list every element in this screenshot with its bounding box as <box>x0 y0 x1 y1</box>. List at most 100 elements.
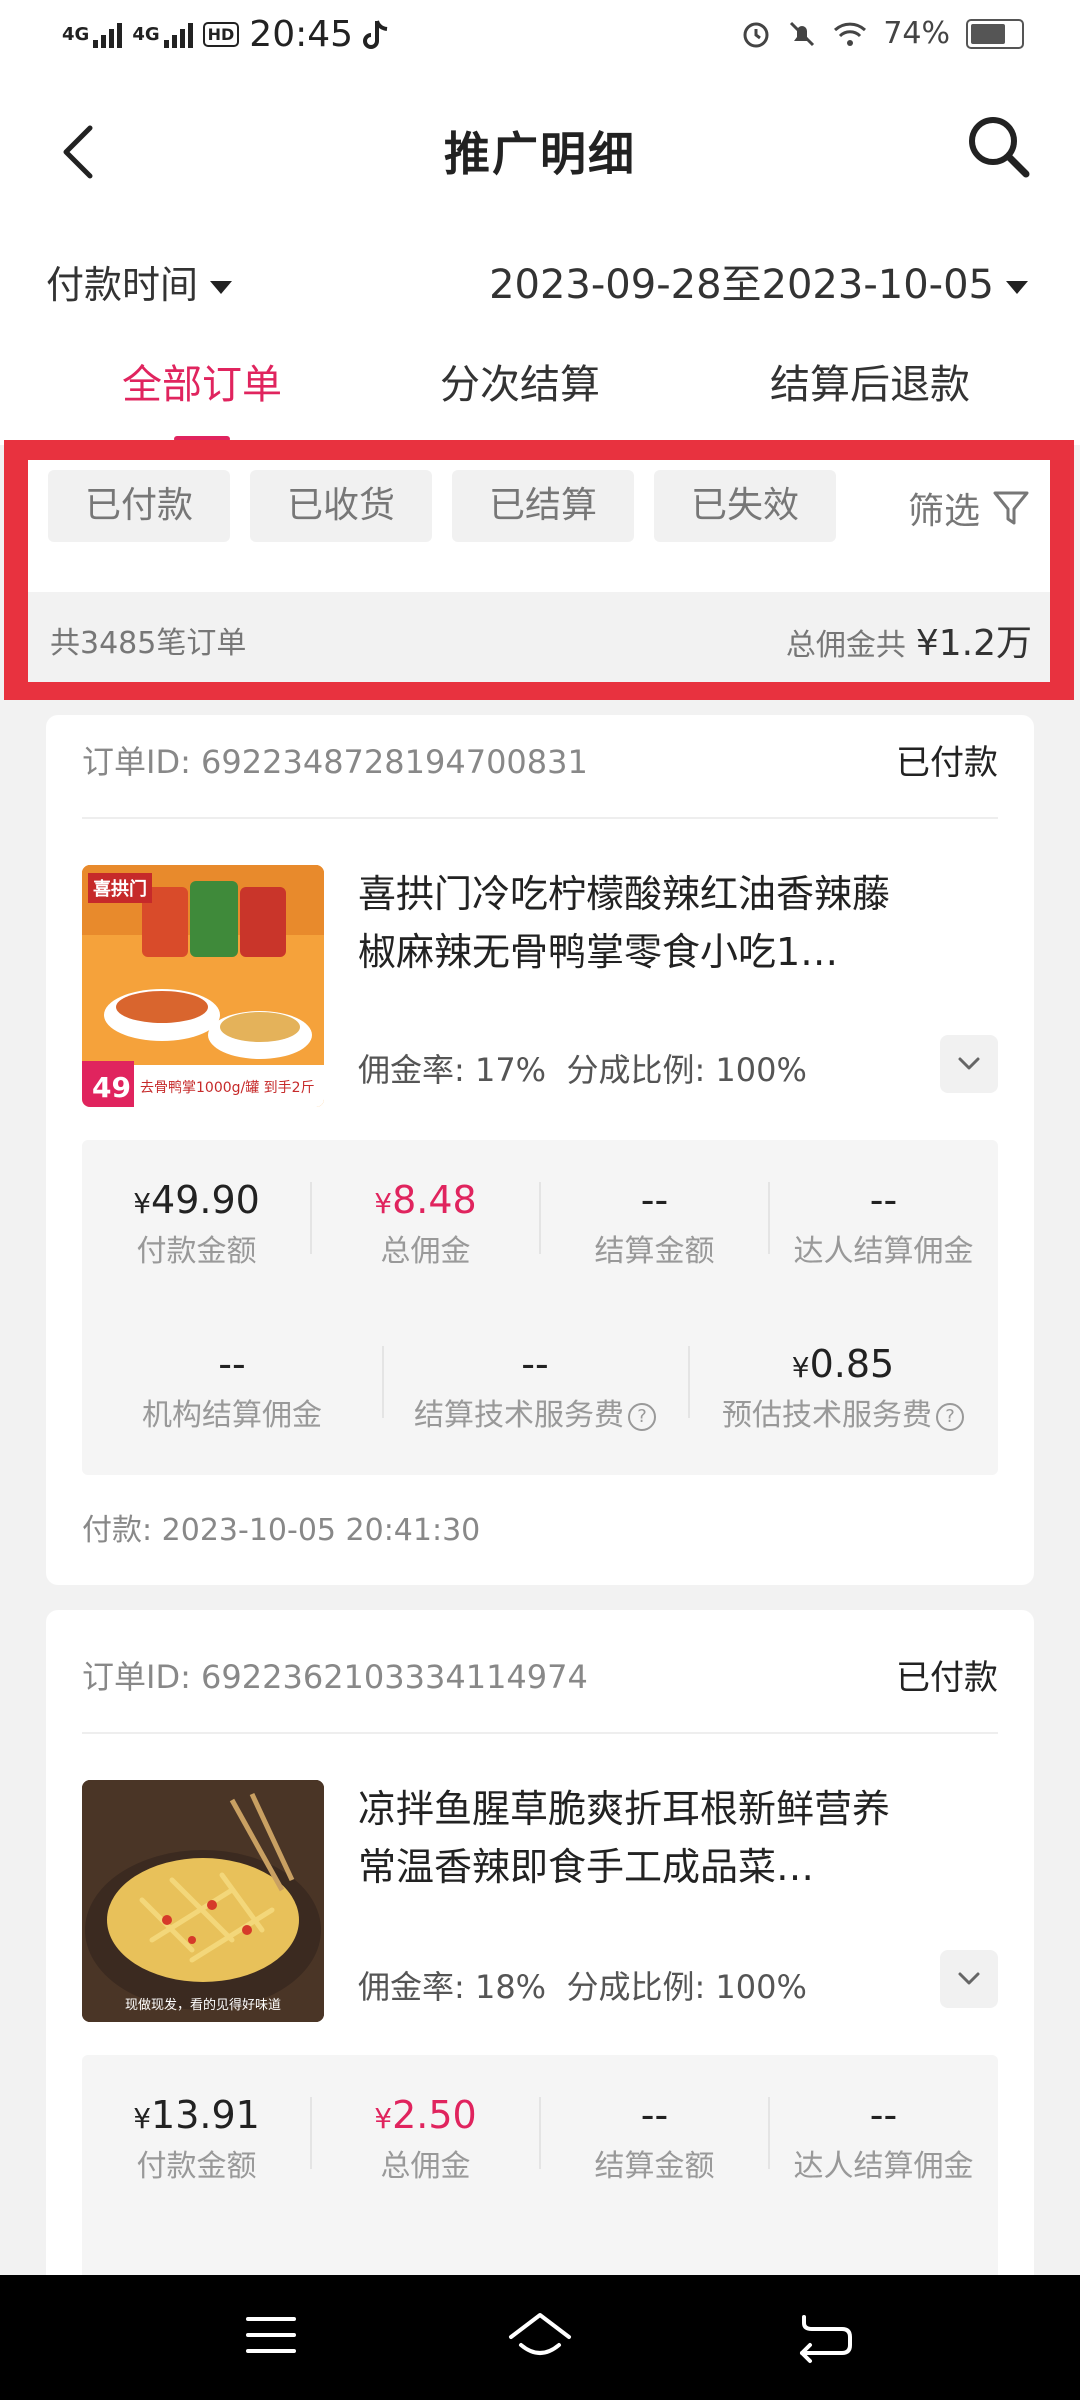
total-commission: 总佣金共 ¥1.2万 <box>786 614 1032 666</box>
metric-payment-amount: ¥13.91 付款金额 <box>82 2093 311 2185</box>
metric-label: 机构结算佣金 <box>142 1398 322 1433</box>
divider <box>82 1732 998 1734</box>
chip-invalid[interactable]: 已失效 <box>654 470 836 542</box>
metric-value: -- <box>869 1178 898 1222</box>
metric-value: ¥13.91 <box>82 2093 311 2137</box>
total-commission-value: ¥1.2万 <box>915 623 1032 664</box>
metric-value: ¥2.50 <box>311 2093 540 2137</box>
metric-value-text: 49.90 <box>151 1178 260 1222</box>
commission-rate: 佣金率: 18% 分成比例: 100% <box>358 1962 807 2008</box>
metric-value: -- <box>218 1342 246 1386</box>
date-filter-bar: 付款时间 2023-09-28至2023-10-05 <box>0 230 1080 330</box>
yen-symbol: ¥ <box>133 1187 152 1220</box>
order-tabs: 全部订单 分次结算 结算后退款 <box>0 330 1080 445</box>
help-icon[interactable]: ? <box>628 1402 656 1431</box>
product-thumbnail[interactable]: 喜拱门 49 去骨鸭掌1000g/罐 到手2斤 <box>82 865 324 1107</box>
metric-payment-amount: ¥49.90 付款金额 <box>82 1178 311 1270</box>
chip-paid[interactable]: 已付款 <box>48 470 230 542</box>
split-ratio-text: 分成比例: 100% <box>566 1968 807 2006</box>
metric-creator-commission: -- 达人结算佣金 <box>769 1178 998 1270</box>
metric-label-text: 结算技术服务费 <box>414 1398 624 1433</box>
wifi-icon <box>834 22 867 46</box>
alarm-icon <box>743 22 769 47</box>
metric-value: ¥8.48 <box>311 1178 540 1222</box>
order-card[interactable]: 订单ID: 6922362103334114974 已付款 现做现发，看的见得好… <box>46 1610 1034 2355</box>
total-commission-label: 总佣金共 <box>785 628 906 663</box>
back-icon[interactable] <box>790 2305 860 2365</box>
commission-rate-text: 佣金率: 17% <box>358 1051 547 1089</box>
menu-icon[interactable] <box>236 2305 306 2365</box>
metric-agency-commission: -- 机构结算佣金 <box>82 1342 382 1434</box>
filter-button[interactable]: 筛选 <box>908 482 1030 534</box>
yen-symbol: ¥ <box>374 2102 393 2135</box>
home-icon[interactable] <box>505 2305 575 2365</box>
metric-settled-tech-fee: -- 结算技术服务费? <box>382 1342 688 1434</box>
tab-split-settlement[interactable]: 分次结算 <box>400 352 640 410</box>
chip-received[interactable]: 已收货 <box>250 470 432 542</box>
status-filter-panel: 已付款 已收货 已结算 已失效 筛选 共3485笔订单 总佣金共 ¥1.2万 <box>28 460 1050 682</box>
metric-label: 达人结算佣金 <box>793 1234 974 1269</box>
metric-label: 总佣金 <box>380 2149 471 2184</box>
commission-rate-text: 佣金率: 18% <box>358 1968 547 2006</box>
tab-refund-after-settlement[interactable]: 结算后退款 <box>740 352 1000 410</box>
metric-estimated-tech-fee: ¥0.85 预估技术服务费? <box>688 1342 998 1434</box>
metric-value: -- <box>521 1342 549 1386</box>
thumb-banner: 去骨鸭掌1000g/罐 到手2斤 <box>140 1080 315 1096</box>
thumb-caption: 现做现发，看的见得好味道 <box>124 1998 281 2013</box>
product-name[interactable]: 喜拱门冷吃柠檬酸辣红油香辣藤椒麻辣无骨鸭掌零食小吃1… <box>358 865 918 981</box>
system-nav-bar <box>0 2275 1080 2400</box>
mute-bell-icon <box>790 21 815 46</box>
signal-label-1: 4G <box>62 23 90 45</box>
split-ratio-text: 分成比例: 100% <box>566 1051 807 1089</box>
funnel-icon <box>993 491 1029 525</box>
signal-icon-2 <box>163 22 193 48</box>
expand-button[interactable] <box>940 1950 998 2008</box>
search-icon[interactable] <box>962 110 1034 182</box>
payment-time-dropdown[interactable]: 付款时间 <box>46 254 233 309</box>
order-id: 订单ID: 6922362103334114974 <box>82 1658 588 1696</box>
chip-settled[interactable]: 已结算 <box>452 470 634 542</box>
date-range-dropdown[interactable]: 2023-09-28至2023-10-05 <box>489 252 1028 310</box>
page-header: 推广明细 <box>0 80 1080 230</box>
order-status: 已付款 <box>896 1658 998 1698</box>
product-name[interactable]: 凉拌鱼腥草脆爽折耳根新鲜营养常温香辣即食手工成品菜… <box>358 1780 918 1896</box>
thumb-price: 49 <box>92 1071 131 1104</box>
tiktok-icon <box>363 19 388 49</box>
payment-time-label: 付款时间 <box>46 263 199 307</box>
metric-value-text: 13.91 <box>151 2093 260 2137</box>
yen-symbol: ¥ <box>791 1351 810 1384</box>
metric-value: ¥0.85 <box>688 1342 998 1386</box>
metrics-grid: ¥49.90 付款金额 ¥8.48 总佣金 -- 结算金额 -- 达人结算佣金 -- 机构… <box>82 1140 998 1475</box>
page-title: 推广明细 <box>444 127 636 181</box>
date-range-label: 2023-09-28至2023-10-05 <box>489 262 994 308</box>
metric-label: 结算金额 <box>594 2149 715 2184</box>
metric-label: 总佣金 <box>380 1234 471 1269</box>
metric-label: 预估技术服务费? <box>688 1390 998 1434</box>
summary-row: 共3485笔订单 总佣金共 ¥1.2万 <box>28 592 1050 682</box>
chevron-down-icon <box>958 1057 980 1070</box>
metric-value-text: 0.85 <box>809 1342 895 1386</box>
order-count: 共3485笔订单 <box>50 626 247 661</box>
product-image <box>82 1780 324 2022</box>
signal-icon-1 <box>93 22 123 48</box>
battery-icon <box>966 18 1024 49</box>
chevron-down-icon <box>958 1972 980 1985</box>
order-card[interactable]: 订单ID: 6922348728194700831 已付款 喜拱门 49 去骨鸭… <box>46 715 1034 1585</box>
yen-symbol: ¥ <box>374 1187 393 1220</box>
metric-value-text: 2.50 <box>392 2093 477 2137</box>
metric-label: 达人结算佣金 <box>793 2149 974 2184</box>
metric-value: -- <box>640 1178 669 1222</box>
divider <box>82 817 998 819</box>
thumb-brand: 喜拱门 <box>88 873 152 903</box>
metric-value: ¥49.90 <box>82 1178 311 1222</box>
help-icon[interactable]: ? <box>936 1402 964 1431</box>
tab-all-orders[interactable]: 全部订单 <box>82 352 322 410</box>
order-status: 已付款 <box>896 743 998 783</box>
metric-creator-commission: -- 达人结算佣金 <box>769 2093 998 2185</box>
metric-settlement-amount: -- 结算金额 <box>540 2093 769 2185</box>
metric-label: 付款金额 <box>136 2149 257 2184</box>
expand-button[interactable] <box>940 1035 998 1093</box>
status-bar: 4G 4G HD 20:45 74% <box>0 0 1080 80</box>
highlight-box: 已付款 已收货 已结算 已失效 筛选 共3485笔订单 总佣金共 ¥1.2万 <box>4 440 1074 700</box>
product-thumbnail[interactable]: 现做现发，看的见得好味道 <box>82 1780 324 2022</box>
